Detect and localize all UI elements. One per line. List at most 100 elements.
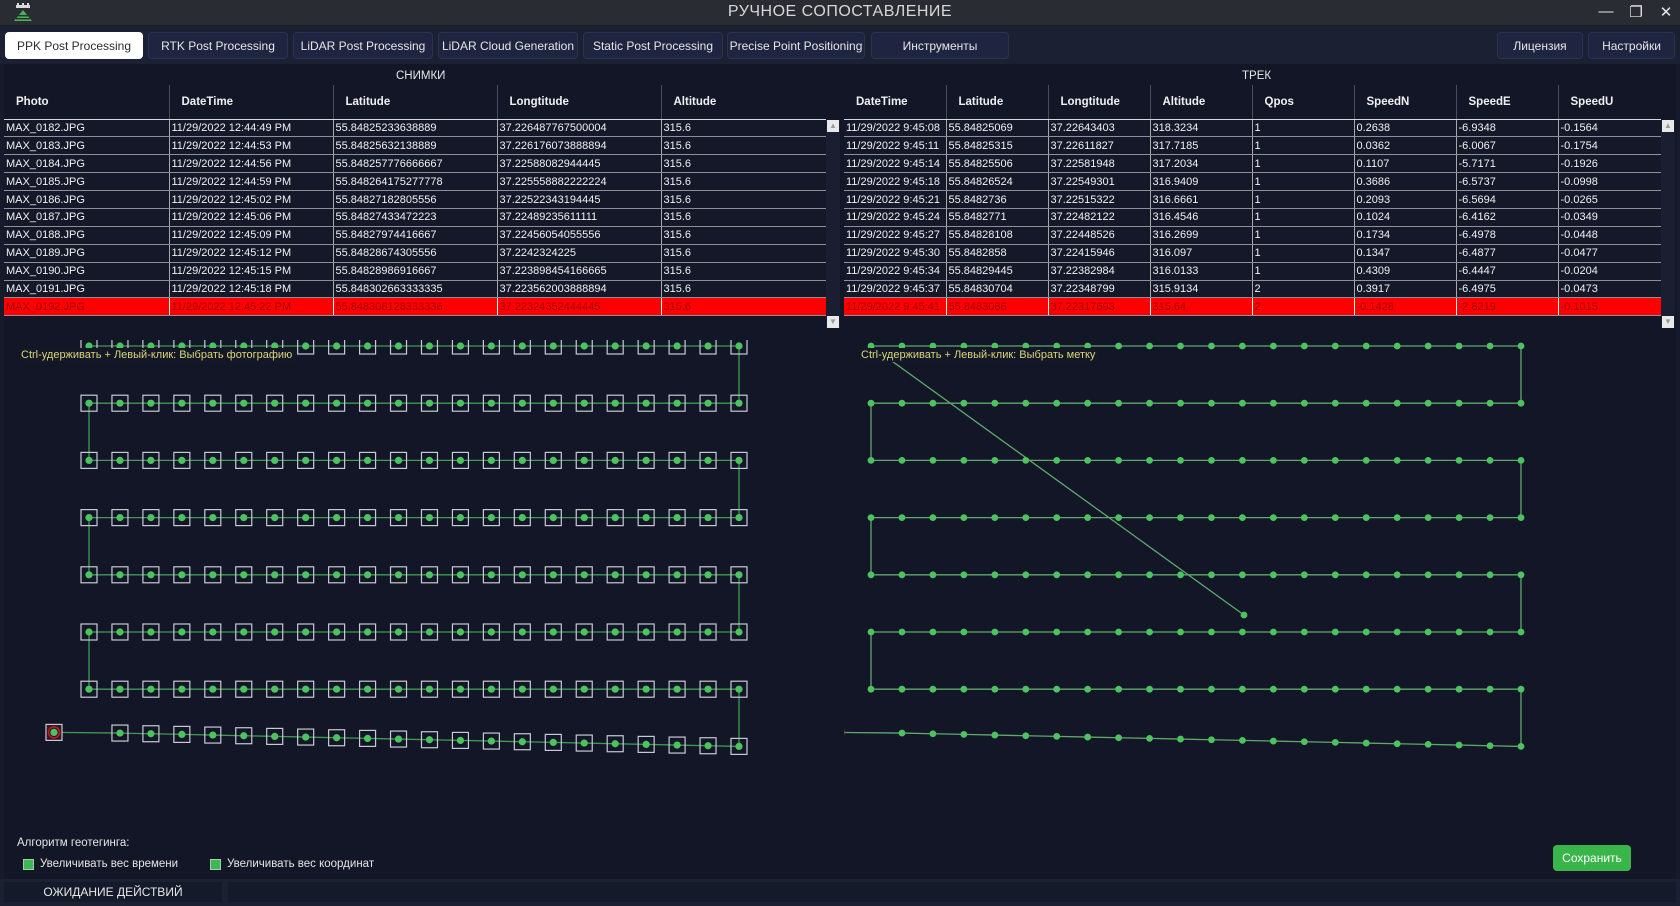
photo-point[interactable] [425,456,434,464]
photo-point[interactable] [580,514,588,522]
track-point[interactable] [1517,571,1525,579]
track-table-row[interactable]: 11/29/2022 9:45:41 55.8483086 37.22317693 3… [844,297,1661,317]
photo-point[interactable] [116,571,124,579]
photo-point[interactable] [456,399,465,407]
photo-point[interactable] [85,456,93,464]
tab-lidar-post-processing[interactable]: LiDAR Post Processing [293,32,433,59]
track-point[interactable] [1269,571,1277,579]
photo-point[interactable] [518,342,526,350]
track-point[interactable] [1177,457,1184,464]
track-point[interactable] [1177,628,1184,636]
photo-point[interactable] [363,399,372,407]
photo-point[interactable] [673,741,681,749]
track-point[interactable] [1239,571,1246,579]
photo-point[interactable] [456,628,465,636]
photo-point[interactable] [302,342,310,350]
track-point[interactable] [1177,685,1184,693]
photo-point[interactable] [333,571,341,579]
photos-table-scrollbar[interactable]: ▲ ▼ [826,120,840,328]
photo-point[interactable] [704,399,712,407]
photo-point[interactable] [611,514,619,522]
photo-point[interactable] [549,738,557,746]
photo-point[interactable] [363,628,372,636]
track-point[interactable] [1146,735,1153,742]
track-point[interactable] [1022,514,1030,521]
track-point[interactable] [1362,628,1370,636]
photo-point[interactable] [394,685,403,693]
track-point[interactable] [1208,342,1215,350]
photo-point[interactable] [147,730,155,738]
photo-point[interactable] [178,456,186,464]
track-point[interactable] [929,730,937,738]
track-point[interactable] [1486,628,1494,636]
track-point[interactable] [1393,685,1401,693]
track-table-row[interactable]: 11/29/2022 9:45:34 55.84829445 37.22382984… [844,262,1661,281]
photo-point[interactable] [611,740,619,748]
track-point[interactable] [991,457,999,464]
photo-point[interactable] [302,685,310,693]
photo-point[interactable] [394,514,403,522]
track-point[interactable] [867,514,875,521]
track-point[interactable] [1146,342,1153,350]
scroll-up-icon[interactable]: ▲ [1662,120,1674,132]
track-point[interactable] [1146,457,1153,464]
photo-point[interactable] [549,456,557,464]
photo-point[interactable] [425,514,434,522]
photo-point[interactable] [673,456,681,464]
track-point[interactable] [1455,457,1463,464]
track-point[interactable] [1455,342,1463,350]
photo-point[interactable] [673,628,681,636]
track-point[interactable] [1424,628,1432,636]
photo-point[interactable] [580,628,588,636]
photo-point[interactable] [580,571,588,579]
photo-point[interactable] [549,628,557,636]
track-point[interactable] [929,514,937,521]
track-point[interactable] [1362,514,1370,521]
track-table-row[interactable]: 11/29/2022 9:45:18 55.84826524 37.22549301… [844,172,1661,192]
track-point[interactable] [1053,571,1061,579]
scroll-down-icon[interactable]: ▼ [827,316,839,328]
photo-point[interactable] [673,399,681,407]
track-table-row[interactable]: 11/29/2022 9:45:21 55.8482736 37.22515322 3… [844,190,1661,209]
photo-point[interactable] [271,571,279,579]
track-table-row[interactable]: 11/29/2022 9:45:24 55.8482771 37.22482122 3… [844,208,1661,227]
photo-point[interactable] [487,685,495,693]
track-point[interactable] [1053,733,1061,740]
track-table-scrollbar[interactable]: ▲ ▼ [1661,120,1675,328]
photo-point[interactable] [735,514,743,522]
photo-point[interactable] [147,399,155,407]
track-point[interactable] [1146,399,1153,407]
track-point[interactable] [1022,571,1030,579]
track-point[interactable] [991,514,999,521]
track-point[interactable] [1424,685,1432,693]
track-point[interactable] [1115,457,1123,464]
photo-point[interactable] [704,571,712,579]
track-point[interactable] [1331,342,1339,350]
photo-point[interactable] [642,740,650,748]
photo-point[interactable] [363,342,372,350]
track-point[interactable] [1084,685,1092,693]
track-point[interactable] [1455,399,1463,407]
track-point[interactable] [1331,514,1339,521]
track-point[interactable] [1084,399,1092,407]
photo-point[interactable] [456,571,465,579]
track-point[interactable] [1424,342,1432,350]
tab-rtk-post-processing[interactable]: RTK Post Processing [148,32,288,59]
track-point[interactable] [1393,740,1401,748]
track-point[interactable] [1084,733,1092,741]
photo-point[interactable] [85,399,93,407]
track-point[interactable] [898,399,906,407]
track-table-column-header[interactable]: SpeedE [1455,85,1558,120]
photo-point[interactable] [735,399,743,407]
track-point[interactable] [1393,399,1401,407]
photo-point[interactable] [147,628,155,636]
track-point[interactable] [1300,685,1308,693]
photo-point[interactable] [85,571,93,579]
track-point[interactable] [898,514,906,521]
track-point[interactable] [1300,628,1308,636]
photo-point[interactable] [487,737,495,745]
photo-point[interactable] [518,685,526,693]
track-point[interactable] [1362,685,1370,693]
track-point[interactable] [1517,743,1525,750]
track-point[interactable] [1177,399,1184,407]
